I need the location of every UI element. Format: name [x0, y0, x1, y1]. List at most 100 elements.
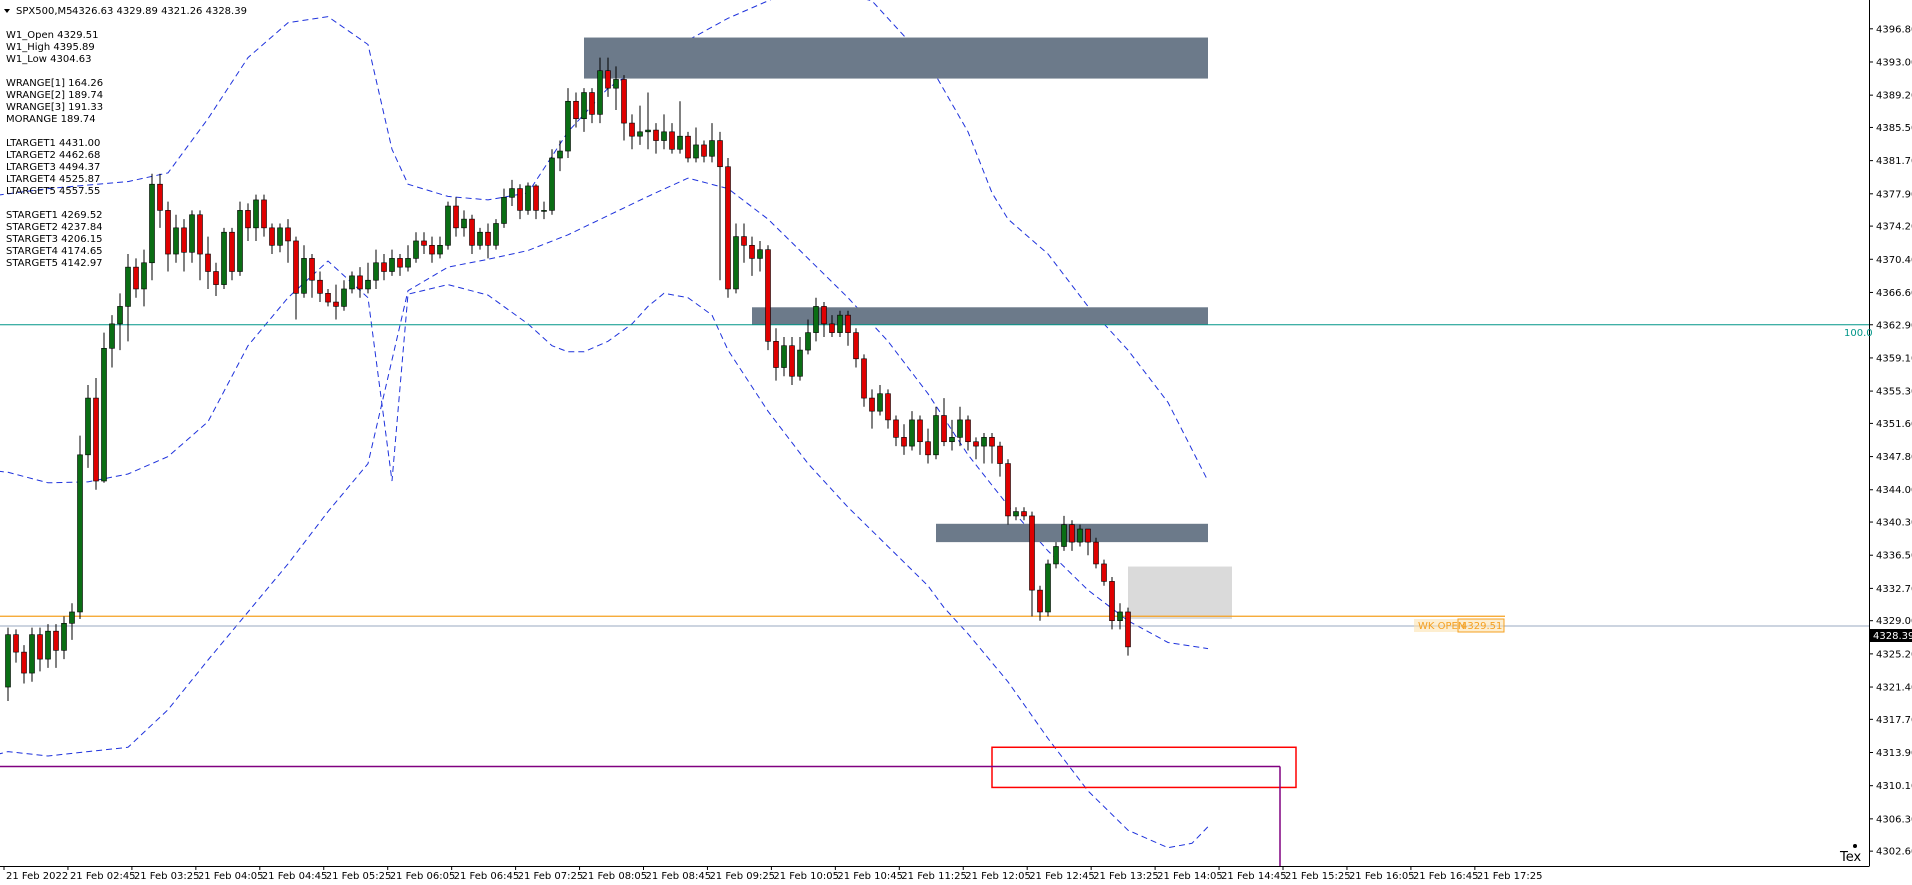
supply-zone-1[interactable]: [584, 37, 1208, 79]
candle[interactable]: [1093, 537, 1099, 569]
one-click-dot-icon: [1853, 844, 1857, 848]
candle-body-bear: [1029, 515, 1035, 591]
candle-body-bear: [1005, 463, 1011, 517]
candle-body-bear: [997, 445, 1003, 464]
candle-body-bull: [117, 306, 123, 325]
candle-body-bull: [797, 349, 803, 377]
candle-body-bear: [309, 258, 315, 281]
info-line: MORANGE 189.74: [6, 114, 96, 125]
candle-body-bear: [325, 293, 331, 303]
candle-body-bull: [877, 393, 883, 412]
candle-body-bull: [557, 150, 563, 159]
price-tick-label: 4366.60: [1876, 288, 1912, 299]
candle-body-bull: [693, 144, 699, 159]
candle[interactable]: [1045, 559, 1051, 617]
candle-body-bear: [885, 393, 891, 421]
price-tick-label: 4359.10: [1876, 353, 1912, 364]
candle-body-bear: [93, 397, 99, 482]
candle-body-bear: [293, 240, 299, 294]
candle[interactable]: [549, 149, 555, 215]
time-tick-label: 21 Feb 02:45: [70, 871, 136, 882]
candle-body-bear: [397, 258, 403, 268]
corner-text: Tex: [1839, 850, 1862, 865]
candle-body-bull: [45, 630, 51, 660]
candle-body-bull: [445, 205, 451, 246]
candle-body-bull: [29, 634, 35, 674]
info-line: STARGET3 4206.15: [6, 234, 103, 245]
price-tick-label: 4325.20: [1876, 649, 1912, 660]
price-tick-label: 4370.40: [1876, 255, 1912, 266]
price-tick-label: 4381.70: [1876, 156, 1912, 167]
info-line: LTARGET5 4557.55: [6, 186, 100, 197]
price-tick-label: 4362.90: [1876, 320, 1912, 331]
info-line: STARGET4 4174.65: [6, 246, 103, 257]
candle-body-bull: [101, 348, 107, 482]
candle-body-bear: [1085, 528, 1091, 543]
candle[interactable]: [237, 201, 243, 276]
time-tick-label: 21 Feb 10:05: [773, 871, 839, 882]
candle-body-bear: [517, 188, 523, 211]
candle-body-bull: [437, 245, 443, 255]
candle-body-bear: [669, 131, 675, 150]
candle-body-bear: [821, 306, 827, 325]
time-tick-label: 21 Feb 15:25: [1285, 871, 1351, 882]
time-tick-label: 21 Feb 12:05: [965, 871, 1031, 882]
price-chart[interactable]: 4396.80 4393.00 4389.20 4385.50 4381.70 4377.…: [0, 0, 1912, 885]
time-tick-label: 21 Feb 2022: [6, 871, 68, 882]
candle-body-bear: [165, 210, 171, 255]
price-tick-label: 4317.70: [1876, 715, 1912, 726]
info-line: LTARGET3 4494.37: [6, 162, 100, 173]
price-tick-label: 4329.00: [1876, 616, 1912, 627]
price-tick-label: 4347.80: [1876, 452, 1912, 463]
candle[interactable]: [445, 201, 451, 250]
candle[interactable]: [765, 245, 771, 351]
range-box[interactable]: [1128, 566, 1232, 619]
candle-body-bull: [149, 183, 155, 264]
price-tick-label: 4355.30: [1876, 387, 1912, 398]
candle-body-bear: [685, 135, 691, 159]
price-tick-label: 4393.00: [1876, 57, 1912, 68]
candle-body-bear: [861, 358, 867, 399]
supply-zone-2[interactable]: [752, 307, 1208, 325]
fib-100-label: 100.0: [1844, 328, 1873, 339]
candle-body-bull: [677, 135, 683, 150]
price-tick-label: 4306.30: [1876, 814, 1912, 825]
candle[interactable]: [493, 219, 499, 250]
wk-open-price: 4329.51: [1461, 621, 1502, 632]
candle-body-bear: [333, 301, 339, 307]
info-line: STARGET2 4237.84: [6, 222, 103, 233]
time-tick-label: 21 Feb 04:45: [262, 871, 328, 882]
candle-body-bull: [541, 210, 547, 212]
candle-body-bull: [637, 131, 643, 137]
candle[interactable]: [685, 131, 691, 163]
candle-body-bull: [805, 332, 811, 351]
candle-body-bear: [13, 634, 19, 653]
candle-body-bear: [469, 218, 475, 246]
candle-body-bear: [1109, 581, 1115, 621]
candle-body-bear: [357, 275, 363, 290]
candle-body-bear: [181, 227, 187, 253]
candle-body-bull: [237, 210, 243, 272]
candle-body-bear: [429, 245, 435, 255]
time-tick-label: 21 Feb 08:45: [646, 871, 712, 882]
candle-body-bear: [205, 253, 211, 272]
candle-body-bear: [589, 92, 595, 115]
price-tick-label: 4336.50: [1876, 551, 1912, 562]
candle[interactable]: [221, 227, 227, 289]
candle-body-bull: [389, 258, 395, 272]
candle-body-bull: [837, 314, 843, 333]
candle-body-bear: [749, 245, 755, 259]
price-tick-label: 4385.50: [1876, 123, 1912, 134]
candle-body-bear: [1069, 524, 1075, 543]
candle[interactable]: [1005, 459, 1011, 525]
candle-body-bull: [781, 345, 787, 368]
candle[interactable]: [77, 435, 83, 619]
time-tick-label: 21 Feb 10:45: [837, 871, 903, 882]
candle[interactable]: [725, 158, 731, 298]
candle-body-bull: [365, 279, 371, 290]
candle[interactable]: [525, 182, 531, 215]
candle-body-bear: [573, 100, 579, 120]
candle-body-bull: [85, 397, 91, 456]
price-tick-label: 4389.20: [1876, 91, 1912, 102]
candle[interactable]: [101, 332, 107, 483]
